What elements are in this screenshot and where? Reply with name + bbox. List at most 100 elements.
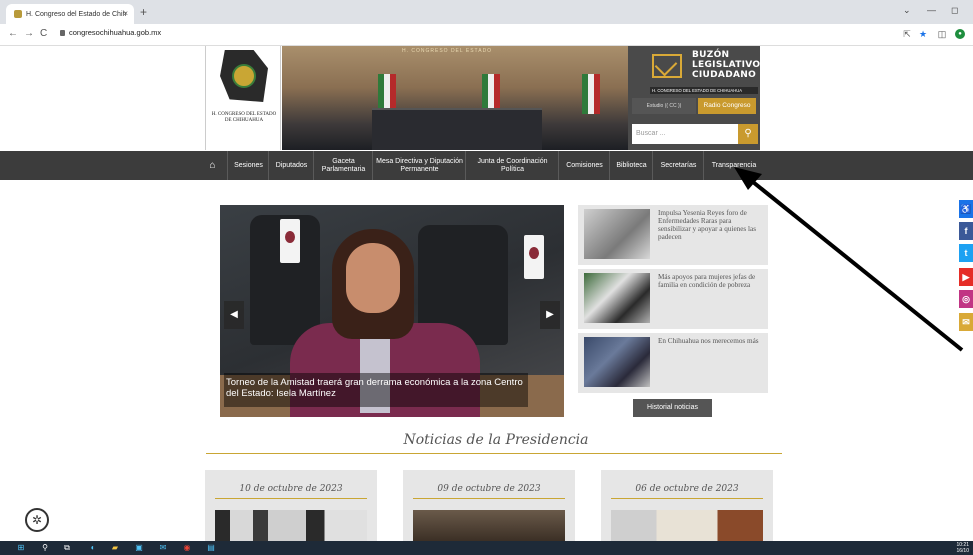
forward-button[interactable]: →: [24, 28, 34, 39]
flag-icon: [280, 219, 300, 263]
word-icon[interactable]: ▤: [206, 543, 216, 553]
mail-icon[interactable]: ✉: [959, 313, 973, 331]
arrow-shaft: [746, 176, 964, 352]
card-divider: [611, 498, 763, 499]
slider-next-button[interactable]: ▶: [540, 301, 560, 329]
news-item[interactable]: En Chihuahua nos merecemos más: [578, 333, 768, 393]
minimize-button[interactable]: —: [927, 5, 936, 15]
home-icon: ⌂: [209, 159, 216, 171]
facebook-icon[interactable]: f: [959, 222, 973, 240]
taskbar-clock[interactable]: 10:21 16/10: [956, 542, 969, 554]
congress-logo[interactable]: H. CONGRESO DEL ESTADO DE CHIHUAHUA: [205, 46, 281, 150]
news-slider[interactable]: ◀ ▶ Torneo de la Amistad traerá gran der…: [220, 205, 564, 417]
slider-prev-button[interactable]: ◀: [224, 301, 244, 329]
windows-taskbar: ⊞ ⚲ ⧉ ◐ ▰ ▣ ✉ ◉ ▤ 10:21 16/10: [0, 541, 973, 555]
main-nav: ⌂ Sesiones Diputados Gaceta Parlamentari…: [0, 151, 973, 180]
bookmark-star-icon[interactable]: ★: [918, 29, 928, 39]
card-divider: [413, 498, 565, 499]
news-item[interactable]: Impulsa Yesenia Reyes foro de Enfermedad…: [578, 205, 768, 265]
person-face: [346, 243, 400, 313]
nav-secretarias[interactable]: Secretarías: [654, 151, 704, 180]
presidencia-card[interactable]: 10 de octubre de 2023: [205, 470, 377, 542]
instagram-icon[interactable]: ◎: [959, 290, 973, 308]
card-image: [215, 510, 367, 542]
twitter-icon[interactable]: t: [959, 244, 973, 262]
card-date: 06 de octubre de 2023: [635, 484, 739, 494]
favicon-icon: [14, 10, 22, 18]
task-view-icon[interactable]: ⧉: [62, 543, 72, 553]
presidencia-title: Noticias de la Presidencia: [403, 432, 589, 448]
news-thumbnail: [584, 209, 650, 259]
sidebar-icon[interactable]: ◫: [937, 29, 947, 39]
back-button[interactable]: ←: [8, 28, 18, 39]
mail-app-icon[interactable]: ✉: [158, 543, 168, 553]
nav-sesiones[interactable]: Sesiones: [229, 151, 269, 180]
state-seal-icon: [232, 64, 256, 88]
card-image: [413, 510, 565, 542]
browser-tab[interactable]: H. Congreso del Estado de Chih ×: [6, 4, 134, 24]
profile-avatar[interactable]: ●: [955, 29, 965, 39]
nav-junta[interactable]: Junta de Coordinación Política: [467, 151, 559, 180]
buzon-title-line: CIUDADANO: [692, 70, 757, 80]
lock-icon: [60, 29, 65, 36]
reload-button[interactable]: C: [40, 28, 47, 39]
nav-transparencia[interactable]: Transparencia: [705, 151, 763, 180]
chrome-icon[interactable]: ◉: [182, 543, 192, 553]
news-thumbnail: [584, 273, 650, 323]
new-tab-button[interactable]: +: [140, 5, 147, 19]
edge-icon[interactable]: ◐: [88, 543, 98, 553]
url-text: congresochihuahua.gob.mx: [69, 28, 162, 37]
card-image: [611, 510, 763, 542]
buzon-title[interactable]: BUZÓN LEGISLATIVO CIUDADANO: [692, 50, 760, 80]
file-explorer-icon[interactable]: ▰: [110, 543, 120, 553]
nav-diputados[interactable]: Diputados: [270, 151, 314, 180]
accessibility-social-icon[interactable]: ♿: [959, 200, 973, 218]
rostrum: [372, 108, 542, 150]
site-header: H. CONGRESO DEL ESTADO DE CHIHUAHUA H. C…: [0, 46, 973, 152]
section-divider: [206, 453, 782, 454]
news-headline[interactable]: Impulsa Yesenia Reyes foro de Enfermedad…: [658, 209, 762, 241]
radio-congreso-link[interactable]: Radio Congreso: [698, 98, 756, 114]
news-item[interactable]: Más apoyos para mujeres jefas de familia…: [578, 269, 768, 329]
nav-biblioteca[interactable]: Biblioteca: [611, 151, 653, 180]
buzon-panel: BUZÓN LEGISLATIVO CIUDADANO H. CONGRESO …: [628, 46, 760, 150]
search-icon: ⚲: [744, 128, 752, 139]
card-date: 09 de octubre de 2023: [437, 484, 541, 494]
search-input[interactable]: Buscar ...: [632, 124, 738, 144]
share-icon[interactable]: ⇱: [902, 29, 912, 39]
tab-search-icon[interactable]: ⌄: [903, 5, 911, 16]
restore-button[interactable]: ◻: [951, 5, 958, 16]
slider-caption[interactable]: Torneo de la Amistad traerá gran derrama…: [224, 373, 528, 407]
envelope-icon: [652, 54, 682, 78]
search-taskbar-icon[interactable]: ⚲: [40, 543, 50, 553]
news-headline[interactable]: En Chihuahua nos merecemos más: [658, 337, 762, 345]
card-divider: [215, 498, 367, 499]
tab-close-icon[interactable]: ×: [123, 9, 128, 18]
congress-chamber-image: H. CONGRESO DEL ESTADO: [282, 46, 628, 150]
presidencia-card[interactable]: 09 de octubre de 2023: [403, 470, 575, 542]
flag-icon: [582, 74, 600, 114]
flag-icon: [524, 235, 544, 279]
address-bar-row: ← → C congresochihuahua.gob.mx ⇱ ★ ◫ ●: [0, 24, 973, 46]
store-icon[interactable]: ▣: [134, 543, 144, 553]
search-button[interactable]: ⚲: [738, 124, 758, 144]
estudio-cc-link[interactable]: Estudio (( CC )): [632, 98, 696, 114]
windows-start-icon[interactable]: ⊞: [16, 543, 26, 553]
historial-noticias-button[interactable]: Historial noticias: [633, 399, 712, 417]
nav-comisiones[interactable]: Comisiones: [560, 151, 610, 180]
hero-caption: H. CONGRESO DEL ESTADO: [402, 48, 493, 54]
card-date: 10 de octubre de 2023: [239, 484, 343, 494]
url-field[interactable]: congresochihuahua.gob.mx: [60, 28, 161, 37]
buzon-title-line: BUZÓN: [692, 50, 730, 60]
buzon-title-line: LEGISLATIVO: [692, 60, 761, 70]
tab-title: H. Congreso del Estado de Chih: [26, 10, 127, 18]
nav-mesa-directiva[interactable]: Mesa Directiva y Diputación Permanente: [374, 151, 466, 180]
news-thumbnail: [584, 337, 650, 387]
nav-home[interactable]: ⌂: [198, 151, 228, 180]
presidencia-card[interactable]: 06 de octubre de 2023: [601, 470, 773, 542]
nav-gaceta[interactable]: Gaceta Parlamentaria: [315, 151, 373, 180]
youtube-icon[interactable]: ▶: [959, 268, 973, 286]
logo-text: H. CONGRESO DEL ESTADO DE CHIHUAHUA: [211, 112, 277, 123]
accessibility-icon[interactable]: ✲: [25, 508, 49, 532]
news-headline[interactable]: Más apoyos para mujeres jefas de familia…: [658, 273, 762, 289]
